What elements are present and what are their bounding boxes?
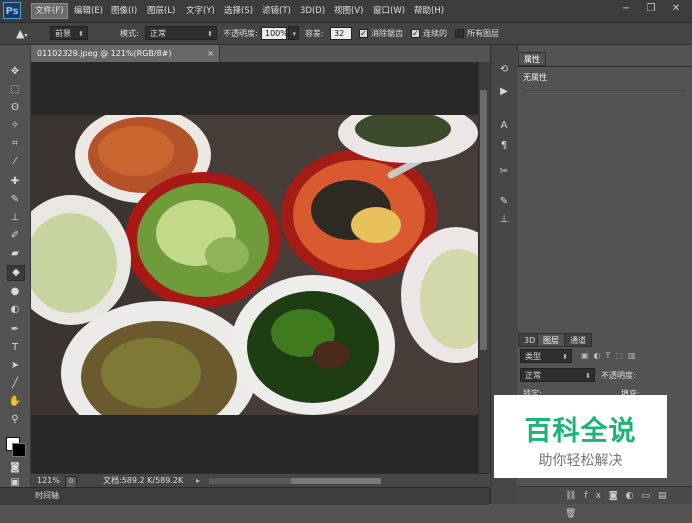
options-bar: ▲▾ 前景 ⬍ 模式: 正常 ⬍ 不透明度: 100% ▾ 容差: 32 ✓ 消除锯… [0, 23, 692, 45]
document-title: 01102329.jpeg @ 121%(RGB/8#) [37, 49, 172, 58]
menu-type[interactable]: 文字(Y) [183, 3, 218, 19]
food-photo [31, 115, 478, 415]
watermark-title: 百科全说 [524, 416, 637, 447]
tolerance-input[interactable]: 32 [330, 27, 352, 40]
menu-edit[interactable]: 编辑(E) [71, 3, 106, 19]
move-tool-icon[interactable]: ✥ [7, 65, 23, 79]
layers-footer-icons[interactable]: ⛓fx◙◐▭▤🗑 [517, 486, 692, 519]
character-panel-icon[interactable]: A [496, 119, 512, 133]
document-tab[interactable]: 01102329.jpeg @ 121%(RGB/8#) × [31, 45, 220, 62]
history-brush-icon[interactable]: ✐ [7, 229, 23, 243]
menu-3d[interactable]: 3D(D) [297, 3, 328, 19]
shape-tool-icon[interactable]: ╱ [7, 377, 23, 391]
panel-divider [517, 66, 692, 67]
background-color-swatch[interactable] [12, 443, 26, 457]
paragraph-panel-icon[interactable]: ¶ [496, 139, 512, 153]
opacity-dropdown[interactable]: ▾ [288, 26, 299, 40]
pen-tool-icon[interactable]: ✒ [7, 323, 23, 337]
brush-tool-icon[interactable]: ✎ [7, 193, 23, 207]
tolerance-label: 容差: [305, 29, 324, 38]
status-menu-arrow-icon[interactable]: ▸ [196, 474, 200, 488]
blend-mode-dropdown[interactable]: 正常 ⬍ [520, 368, 595, 382]
tools-panel: ✥ ⬚ ʘ ✧ ⌗ ⁄ ✚ ✎ ⊥ ✐ ▰ ◆ ● ◐ ✒ T ➤ ╱ ✋ ⚲ … [0, 45, 31, 488]
contiguous-checkbox[interactable]: ✓ [411, 29, 420, 38]
dodge-tool-icon[interactable]: ◐ [7, 303, 23, 317]
photoshop-logo: Ps [3, 2, 21, 19]
hand-tool-icon[interactable]: ✋ [7, 395, 23, 409]
document-info: 文档:589.2 K/589.2K [103, 476, 184, 485]
blur-tool-icon[interactable]: ● [7, 285, 23, 299]
properties-empty-text: 无属性 [523, 73, 547, 82]
document-image[interactable] [31, 115, 478, 415]
path-select-icon[interactable]: ➤ [7, 359, 23, 373]
watermark-logo: 百科全说 助你轻松解决 [494, 395, 667, 478]
tab-layers[interactable]: 图层 [537, 333, 565, 347]
lasso-tool-icon[interactable]: ʘ [7, 101, 23, 115]
restore-button[interactable]: ❐ [639, 0, 663, 18]
menu-select[interactable]: 选择(S) [221, 3, 256, 19]
menu-file[interactable]: 文件(F) [31, 3, 68, 19]
zoom-level[interactable]: 121% [37, 474, 60, 488]
tool-presets-icon[interactable]: ✂ [496, 165, 512, 179]
actions-panel-icon[interactable]: ▶ [496, 85, 512, 99]
all-layers-checkbox[interactable] [455, 29, 464, 38]
all-layers-label: 所有图层 [467, 29, 499, 38]
timeline-bar: 时间轴 [0, 487, 490, 505]
eraser-icon[interactable]: ▰ [7, 247, 23, 261]
minimize-button[interactable]: − [614, 0, 638, 18]
horizontal-scroll-thumb[interactable] [291, 478, 381, 484]
tab-properties[interactable]: 属性 [518, 52, 546, 66]
vertical-scroll-thumb[interactable] [480, 90, 487, 350]
close-button[interactable]: ✕ [664, 0, 688, 18]
close-document-icon[interactable]: × [207, 45, 214, 62]
crop-tool-icon[interactable]: ⌗ [7, 137, 23, 151]
menu-filter[interactable]: 滤镜(T) [259, 3, 294, 19]
paint-bucket-tool-icon[interactable]: ◆ [7, 265, 25, 281]
zoom-tool-icon[interactable]: ⚲ [7, 413, 23, 427]
properties-panel: 属性 无属性 [517, 52, 692, 329]
eyedropper-icon[interactable]: ⁄ [7, 155, 23, 169]
antialias-checkbox[interactable]: ✓ [359, 29, 368, 38]
magic-wand-icon[interactable]: ✧ [7, 119, 23, 133]
marquee-tool-icon[interactable]: ⬚ [7, 83, 23, 97]
menu-layer[interactable]: 图层(L) [144, 3, 178, 19]
paint-bucket-icon[interactable]: ▲▾ [16, 26, 40, 41]
clone-source-icon[interactable]: ⊥ [496, 213, 512, 227]
menu-window[interactable]: 窗口(W) [370, 3, 408, 19]
panel-divider [523, 90, 686, 91]
layer-filter-dropdown[interactable]: 类型 ⬍ [520, 349, 572, 363]
brush-panel-icon[interactable]: ✎ [496, 195, 512, 209]
stamp-tool-icon[interactable]: ⊥ [7, 211, 23, 225]
menu-view[interactable]: 视图(V) [331, 3, 366, 19]
contiguous-label: 连续的 [423, 29, 447, 38]
timeline-label[interactable]: 时间轴 [35, 488, 59, 504]
type-tool-icon[interactable]: T [7, 341, 23, 355]
menu-help[interactable]: 帮助(H) [411, 3, 447, 19]
layer-filter-icons[interactable]: ▣◐T⬚▥ [581, 351, 641, 360]
status-bar: 121% ⊙ 文档:589.2 K/589.2K ▸ [31, 473, 489, 488]
opacity-label: 不透明度: [223, 29, 258, 38]
watermark-subtitle: 助你轻松解决 [538, 453, 623, 469]
tab-channels[interactable]: 通道 [564, 333, 592, 347]
quick-mask-icon[interactable]: ◙ [7, 461, 23, 475]
mode-dropdown[interactable]: 正常 ⬍ [145, 26, 217, 40]
mode-label: 模式: [120, 29, 139, 38]
history-panel-icon[interactable]: ⟲ [496, 63, 512, 77]
layer-opacity-label: 不透明度: [601, 371, 636, 380]
healing-brush-icon[interactable]: ✚ [7, 175, 23, 189]
antialias-label: 消除锯齿 [371, 29, 403, 38]
fill-source-dropdown[interactable]: 前景 ⬍ [50, 26, 88, 40]
menu-image[interactable]: 图像(I) [108, 3, 140, 19]
opacity-input[interactable]: 100% [261, 27, 288, 40]
menu-bar: Ps 文件(F) 编辑(E) 图像(I) 图层(L) 文字(Y) 选择(S) 滤… [0, 0, 692, 23]
